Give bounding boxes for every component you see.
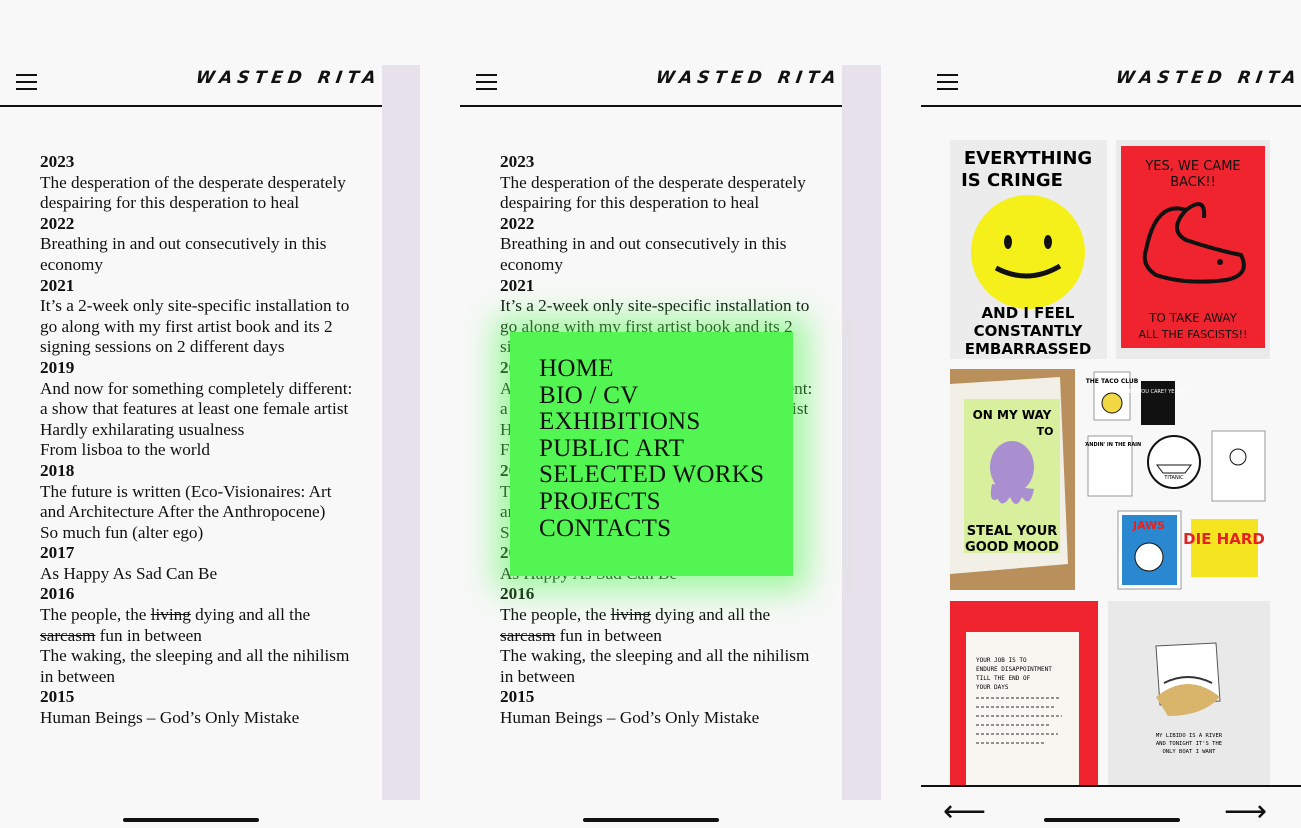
exhibition-link[interactable]: Breathing in and out consecutively in th… — [40, 234, 360, 275]
menu-item-home[interactable]: HOME — [539, 355, 793, 383]
exhibition-year: 2018 — [40, 460, 75, 480]
exhibition-link[interactable]: The waking, the sleeping and all the nih… — [40, 646, 360, 687]
menu-item-selected-works[interactable]: SELECTED WORKS — [539, 462, 793, 489]
art-text: DO YOU CARE? YES NO — [1129, 389, 1187, 395]
art-text: IS CRINGE — [961, 170, 1063, 191]
exhibition-link[interactable]: The people, the living dying and all the… — [40, 605, 360, 646]
menu-item-public-art[interactable]: PUBLIC ART — [539, 435, 793, 463]
scrollbar-track[interactable] — [382, 65, 420, 800]
top-bar: WASTED RITA — [460, 60, 881, 107]
art-text: BACK!! — [1170, 175, 1216, 190]
exhibition-link[interactable]: Hardly exhilarating usualness — [40, 420, 360, 441]
home-indicator[interactable] — [583, 818, 719, 822]
artwork-steal-your-good-mood[interactable]: ON MY WAY TO STEAL YOUR GOOD MOOD — [950, 369, 1075, 590]
art-text: YOUR JOB IS TO — [976, 657, 1027, 664]
art-text: STANDIN' IN THE RAIN — [1085, 442, 1141, 448]
hamburger-menu-icon[interactable] — [937, 74, 958, 90]
art-text: GOOD MOOD — [965, 540, 1059, 555]
exhibition-year: 2017 — [40, 543, 75, 563]
art-text: AND I FEEL — [982, 304, 1075, 322]
artwork-yes-we-came-back-image: YES, WE CAME BACK!! TO TAKE AWAY ALL THE… — [1121, 146, 1265, 348]
exhibition-year: 2022 — [500, 213, 535, 233]
exhibition-year: 2015 — [40, 687, 75, 707]
art-text: CONSTANTLY — [974, 322, 1084, 340]
exhibition-link[interactable]: Breathing in and out consecutively in th… — [500, 234, 820, 275]
exhibition-link[interactable]: From lisboa to the world — [40, 440, 360, 461]
art-text: TO TAKE AWAY — [1148, 311, 1238, 325]
scrollbar-track[interactable] — [842, 65, 881, 800]
menu-item-exhibitions[interactable]: EXHIBITIONS — [539, 409, 793, 436]
exhibition-link[interactable]: Human Beings – God’s Only Mistake — [500, 708, 820, 729]
top-bar: WASTED RITA — [921, 60, 1301, 107]
exhibition-link[interactable]: The desperation of the desperate despera… — [500, 173, 820, 214]
art-text: THE TACO CLUB — [1086, 378, 1139, 385]
logo[interactable]: WASTED RITA — [195, 68, 382, 88]
exhibition-link[interactable]: It’s a 2-week only site-specific install… — [40, 296, 360, 358]
exhibition-year: 2021 — [500, 275, 535, 295]
exhibition-link[interactable]: The desperation of the desperate despera… — [40, 173, 360, 214]
exhibition-link[interactable]: So much fun (alter ego) — [40, 523, 360, 544]
exhibition-year: 2015 — [500, 687, 535, 707]
exhibition-year: 2021 — [40, 275, 75, 295]
exhibition-year: 2023 — [500, 152, 535, 171]
home-indicator[interactable] — [1044, 818, 1180, 822]
art-text: ON MY WAY — [973, 408, 1052, 422]
top-bar: WASTED RITA — [0, 60, 420, 107]
nav-menu: HOME BIO / CV EXHIBITIONS PUBLIC ART SEL… — [510, 332, 793, 576]
art-text: TITANIC — [1163, 475, 1184, 481]
exhibition-link[interactable]: As Happy As Sad Can Be — [40, 564, 360, 585]
artwork-steal-your-good-mood-image: ON MY WAY TO STEAL YOUR GOOD MOOD — [950, 369, 1075, 590]
art-text: ALL THE FASCISTS!! — [1139, 328, 1248, 341]
arrow-right-icon[interactable]: ⟶ — [1224, 797, 1267, 827]
menu-item-bio[interactable]: BIO / CV — [539, 382, 793, 410]
art-text: EMBARRASSED — [965, 340, 1092, 358]
exhibition-link[interactable]: The waking, the sleeping and all the nih… — [500, 646, 820, 687]
screen-menu-open: WASTED RITA 2023 The desperation of the d… — [460, 0, 881, 828]
artwork-handwritten-red-print-image: YOUR JOB IS TO ENDURE DISAPPOINTMENT TIL… — [966, 632, 1079, 785]
arrow-left-icon[interactable]: ⟵ — [943, 797, 986, 827]
exhibitions-list: 2023 The desperation of the desperate des… — [40, 152, 360, 729]
art-text: STEAL YOUR — [967, 524, 1058, 539]
artwork-sticker-collection[interactable]: THE TACO CLUB DO YOU CARE? YES NO STANDI… — [1079, 369, 1270, 590]
exhibition-year: 2022 — [40, 213, 75, 233]
home-indicator[interactable] — [123, 818, 259, 822]
menu-item-contacts[interactable]: CONTACTS — [539, 515, 793, 543]
art-text: JAWS — [1132, 519, 1165, 532]
logo[interactable]: WASTED RITA — [1115, 68, 1301, 88]
artwork-handwritten-red-print[interactable]: YOUR JOB IS TO ENDURE DISAPPOINTMENT TIL… — [950, 601, 1098, 785]
screen-exhibitions: WASTED RITA 2023 The desperation of the d… — [0, 0, 420, 828]
art-text: TILL THE END OF — [976, 675, 1031, 682]
artwork-libido-drawing[interactable]: MY LIBIDO IS A RIVER AND TONIGHT IT'S TH… — [1108, 601, 1270, 785]
exhibition-link[interactable]: Human Beings – God’s Only Mistake — [40, 708, 360, 729]
exhibition-year: 2016 — [500, 584, 535, 604]
hamburger-menu-icon[interactable] — [16, 74, 37, 90]
exhibition-year: 2016 — [40, 584, 75, 604]
art-text: TO — [1037, 425, 1054, 438]
art-text: AND TONIGHT IT'S THE — [1156, 741, 1222, 747]
exhibition-link[interactable]: The people, the living dying and all the… — [500, 605, 820, 646]
art-text: ENDURE DISAPPOINTMENT — [976, 666, 1052, 673]
exhibition-year: 2019 — [40, 357, 75, 377]
artwork-grid: EVERYTHING IS CRINGE AND I FEEL CONSTANT… — [921, 105, 1301, 785]
exhibition-link[interactable]: The future is written (Eco-Visionaires: … — [40, 482, 360, 523]
exhibition-link[interactable]: And now for something completely differe… — [40, 379, 360, 420]
art-text: MY LIBIDO IS A RIVER — [1156, 733, 1223, 739]
art-text: YES, WE CAME — [1144, 159, 1240, 174]
artwork-everything-is-cringe[interactable]: EVERYTHING IS CRINGE AND I FEEL CONSTANT… — [950, 140, 1107, 359]
exhibition-year: 2023 — [40, 152, 75, 171]
logo[interactable]: WASTED RITA — [655, 68, 842, 88]
artwork-libido-drawing-image: MY LIBIDO IS A RIVER AND TONIGHT IT'S TH… — [1155, 642, 1223, 755]
artwork-everything-is-cringe-image: EVERYTHING IS CRINGE AND I FEEL CONSTANT… — [961, 148, 1092, 358]
art-text: EVERYTHING — [964, 148, 1092, 169]
hamburger-menu-icon[interactable] — [476, 74, 497, 90]
art-text: YOUR DAYS — [976, 684, 1009, 691]
artwork-yes-we-came-back[interactable]: YES, WE CAME BACK!! TO TAKE AWAY ALL THE… — [1116, 140, 1270, 359]
menu-item-projects[interactable]: PROJECTS — [539, 488, 793, 516]
screen-gallery: WASTED RITA EVERYTHING IS CRINGE AND I F… — [921, 0, 1301, 828]
artwork-sticker-collection-image: THE TACO CLUB DO YOU CARE? YES NO STANDI… — [1079, 371, 1266, 590]
art-text: ONLY BOAT I WANT — [1163, 749, 1217, 755]
art-text: DIE HARD — [1183, 530, 1265, 548]
